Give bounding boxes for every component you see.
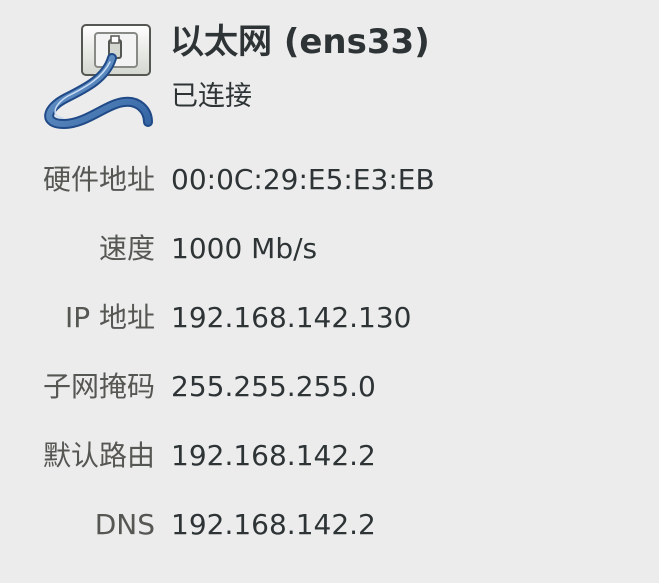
detail-value: 192.168.142.2 — [171, 508, 376, 541]
detail-label: 默认路由 — [42, 439, 155, 472]
network-details-panel: 以太网 (ens33) 已连接 硬件地址 00:0C:29:E5:E3:EB 速… — [0, 0, 659, 583]
detail-value: 192.168.142.2 — [171, 439, 376, 472]
detail-value: 00:0C:29:E5:E3:EB — [171, 163, 435, 196]
connection-details: 硬件地址 00:0C:29:E5:E3:EB 速度 1000 Mb/s IP 地… — [0, 158, 659, 572]
connection-title: 以太网 (ens33) — [170, 22, 430, 62]
detail-row-hardware-address: 硬件地址 00:0C:29:E5:E3:EB — [0, 158, 659, 227]
detail-value: 1000 Mb/s — [171, 232, 318, 265]
connection-header: 以太网 (ens33) 已连接 — [0, 0, 659, 140]
detail-label: 子网掩码 — [42, 370, 155, 403]
connection-status: 已连接 — [171, 81, 252, 112]
detail-value: 192.168.142.130 — [171, 301, 412, 334]
detail-row-default-route: 默认路由 192.168.142.2 — [0, 434, 659, 503]
detail-row-dns: DNS 192.168.142.2 — [0, 503, 659, 572]
detail-row-subnet-mask: 子网掩码 255.255.255.0 — [0, 365, 659, 434]
detail-row-speed: 速度 1000 Mb/s — [0, 227, 659, 296]
detail-row-ip-address: IP 地址 192.168.142.130 — [0, 296, 659, 365]
detail-label: 速度 — [98, 232, 155, 265]
detail-label: IP 地址 — [64, 301, 155, 334]
detail-label: DNS — [94, 508, 155, 541]
wired-ethernet-icon — [44, 24, 153, 130]
detail-value: 255.255.255.0 — [171, 370, 376, 403]
detail-label: 硬件地址 — [42, 163, 155, 196]
